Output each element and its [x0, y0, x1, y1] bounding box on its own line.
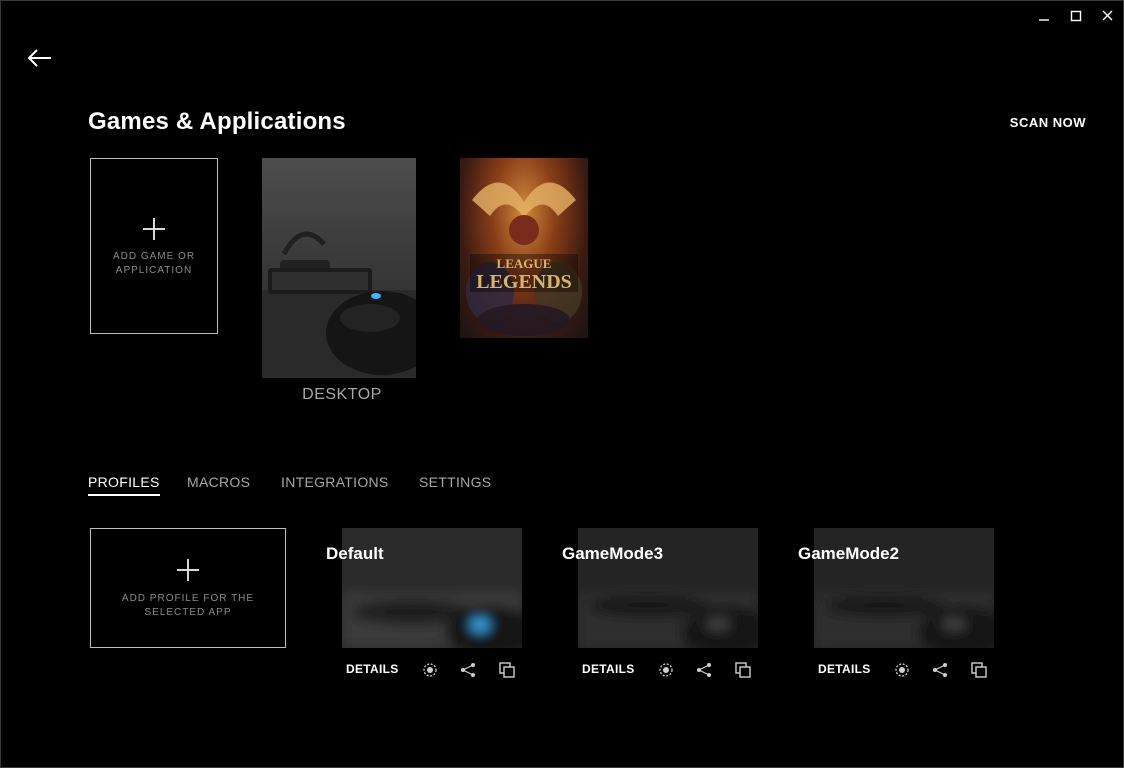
profile-actions-default: DETAILS [346, 660, 526, 682]
share-icon[interactable] [931, 661, 949, 679]
desktop-label: DESKTOP [302, 386, 382, 403]
tab-profiles[interactable]: PROFILES [88, 474, 160, 496]
page-title: Games & Applications [88, 108, 346, 135]
scan-now-button[interactable]: SCAN NOW [1010, 115, 1086, 130]
plus-icon [177, 559, 199, 581]
copy-icon[interactable] [498, 661, 516, 679]
league-of-legends-cover-image: LEAGUE LEGENDS [466, 182, 582, 336]
details-button[interactable]: DETAILS [582, 662, 635, 676]
persistent-profile-icon[interactable] [657, 661, 675, 679]
share-icon[interactable] [695, 661, 713, 679]
desktop-thumbnail-image [262, 231, 416, 378]
profile-name-gamemode3[interactable]: GameMode3 [562, 544, 663, 564]
profile-actions-gamemode3: DETAILS [582, 660, 762, 682]
persistent-profile-icon[interactable] [421, 661, 439, 679]
copy-icon[interactable] [970, 661, 988, 679]
add-game-label: ADD GAME OR APPLICATION [112, 251, 196, 276]
maximize-icon[interactable] [1066, 8, 1086, 26]
share-icon[interactable] [459, 661, 477, 679]
copy-icon[interactable] [734, 661, 752, 679]
close-icon[interactable] [1098, 8, 1118, 26]
add-profile-label: ADD PROFILE FOR THE SELECTED APP [121, 593, 255, 618]
game-card-desktop[interactable] [262, 158, 416, 378]
game-card-league-of-legends[interactable]: LEAGUE LEGENDS [460, 158, 588, 338]
add-profile-tile[interactable]: ADD PROFILE FOR THE SELECTED APP [90, 528, 286, 648]
tab-integrations[interactable]: INTEGRATIONS [281, 474, 389, 494]
plus-icon [143, 218, 165, 240]
tab-settings[interactable]: SETTINGS [419, 474, 491, 494]
persistent-profile-icon[interactable] [893, 661, 911, 679]
profile-actions-gamemode2: DETAILS [818, 660, 998, 682]
details-button[interactable]: DETAILS [346, 662, 399, 676]
add-game-tile[interactable]: ADD GAME OR APPLICATION [90, 158, 218, 334]
details-button[interactable]: DETAILS [818, 662, 871, 676]
svg-text:LEGENDS: LEGENDS [476, 271, 572, 293]
back-arrow-icon[interactable] [26, 46, 54, 70]
profile-name-default[interactable]: Default [326, 544, 384, 564]
svg-text:LEAGUE: LEAGUE [497, 256, 552, 271]
profile-name-gamemode2[interactable]: GameMode2 [798, 544, 899, 564]
minimize-icon[interactable] [1034, 8, 1054, 26]
tab-macros[interactable]: MACROS [187, 474, 250, 494]
